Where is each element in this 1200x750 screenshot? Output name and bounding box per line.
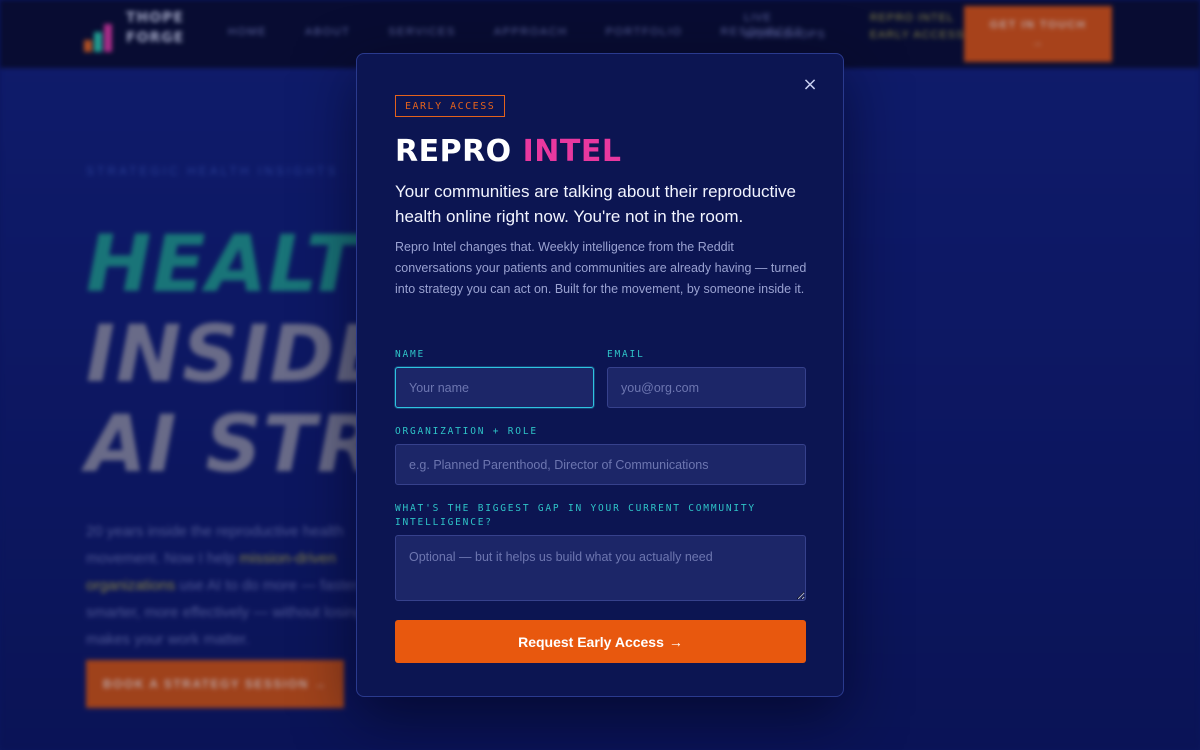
gap-textarea[interactable] [395, 535, 806, 601]
organization-input[interactable] [395, 444, 806, 485]
gap-label: WHAT'S THE BIGGEST GAP IN YOUR CURRENT C… [395, 503, 756, 528]
early-access-modal: × EARLY ACCESS REPRO INTEL Your communit… [356, 53, 844, 697]
modal-description: Repro Intel changes that. Weekly intelli… [395, 240, 807, 296]
modal-title-part1: REPRO [395, 134, 523, 169]
name-input[interactable] [395, 367, 594, 408]
name-label: NAME [395, 349, 426, 360]
email-input[interactable] [607, 367, 806, 408]
arrow-right-icon: → [668, 633, 683, 650]
modal-title: REPRO INTEL [395, 132, 621, 172]
organization-label: ORGANIZATION + ROLE [395, 426, 538, 437]
submit-label: Request Early Access [518, 633, 664, 650]
email-label: EMAIL [607, 349, 645, 360]
modal-lead-text: Your communities are talking about their… [395, 182, 796, 226]
close-icon[interactable]: × [801, 76, 819, 94]
early-access-badge: EARLY ACCESS [395, 95, 506, 117]
request-early-access-button[interactable]: Request Early Access → [395, 620, 806, 663]
modal-title-part2: INTEL [522, 134, 622, 169]
